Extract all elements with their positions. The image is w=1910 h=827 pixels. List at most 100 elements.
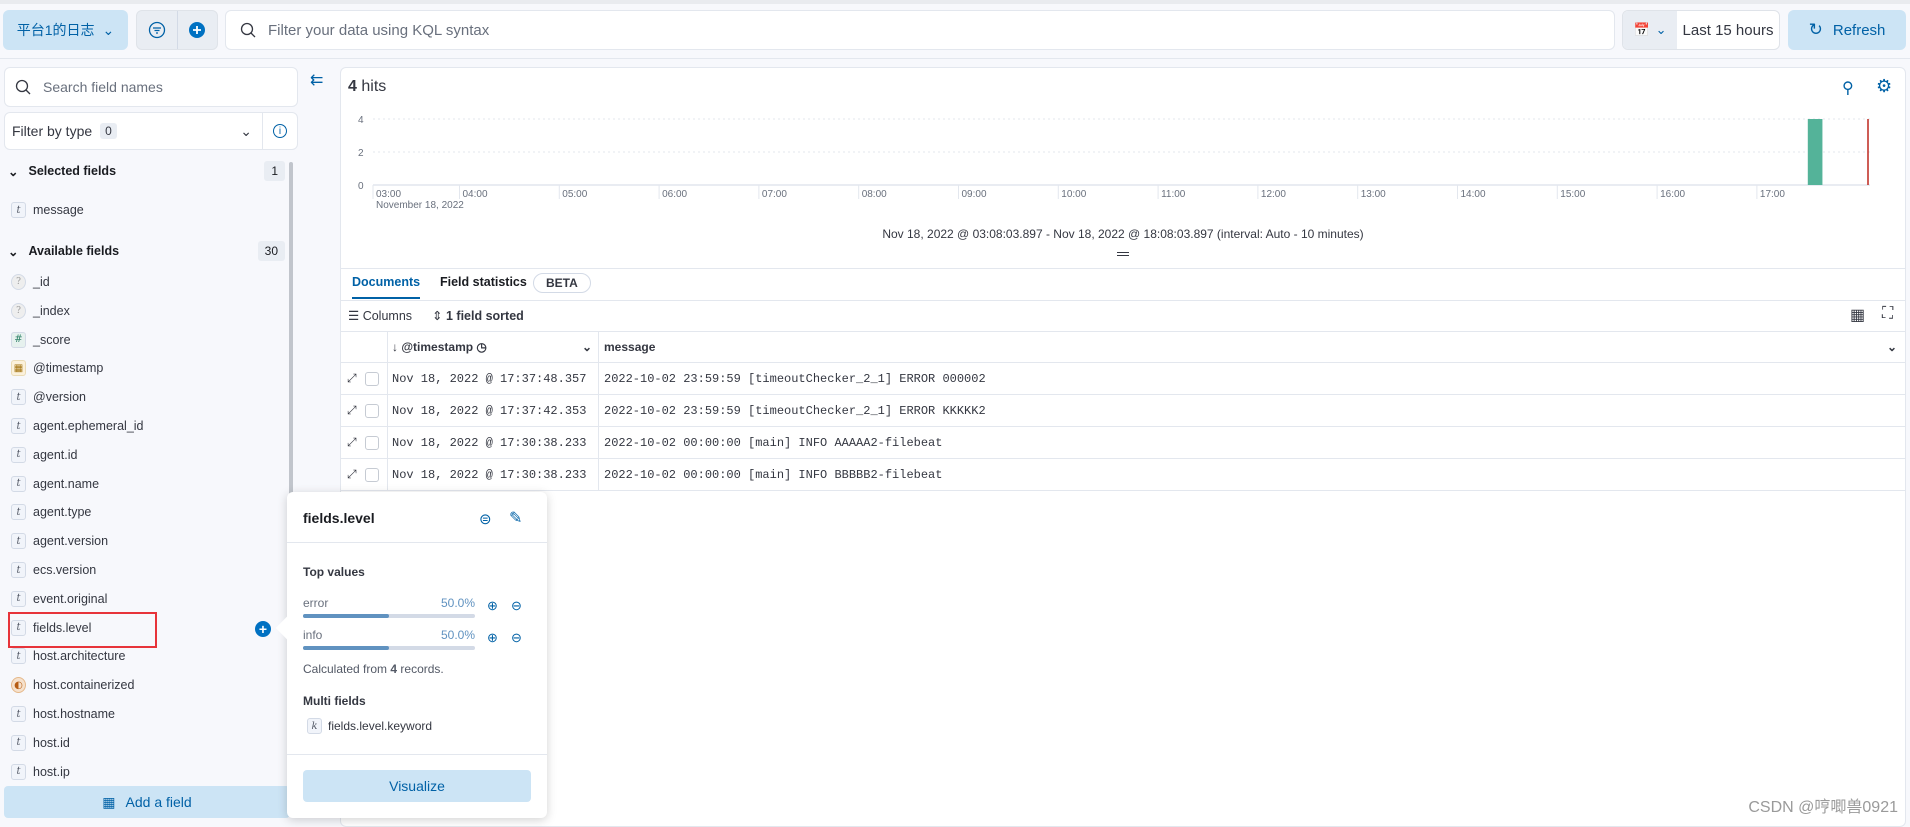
sort-icon: ⇕ bbox=[432, 309, 443, 323]
field-item[interactable]: t host.id bbox=[11, 732, 70, 754]
expand-icon[interactable]: ⤢ bbox=[347, 436, 357, 450]
tab-field-statistics[interactable]: Field statistics bbox=[440, 275, 527, 289]
field-item[interactable]: # _score bbox=[11, 329, 71, 351]
row-checkbox[interactable] bbox=[364, 435, 379, 450]
multi-fields-label: Multi fields bbox=[303, 694, 366, 708]
field-item[interactable]: t host.hostname bbox=[11, 703, 115, 725]
field-item[interactable]: ? _index bbox=[11, 300, 70, 322]
column-header-message[interactable]: message ⌄ bbox=[599, 332, 1905, 362]
field-type-icon: t bbox=[11, 706, 26, 722]
fullscreen-icon[interactable]: ⛶ bbox=[1882, 305, 1893, 323]
grid-toolbar: ☰ Columns ⇕ 1 field sorted bbox=[348, 308, 524, 323]
field-type-icon: t bbox=[11, 533, 26, 550]
inspect-icon[interactable]: ⚲ bbox=[1842, 78, 1854, 98]
row-checkbox[interactable] bbox=[364, 371, 379, 386]
filter-for-value-icon[interactable]: ⊕ bbox=[487, 630, 498, 646]
field-item[interactable]: t agent.ephemeral_id bbox=[11, 415, 144, 437]
histogram-chart[interactable]: 0 2 4 03:00 04:00 05:00 06:00 07:00 08:00 09:00 10… bbox=[340, 110, 1906, 225]
sidebar-scrollbar[interactable] bbox=[289, 162, 293, 502]
y-tick-label: 2 bbox=[358, 148, 364, 159]
field-item[interactable]: ? _id bbox=[11, 271, 50, 293]
filter-by-type-button[interactable]: Filter by type 0 ⌄ bbox=[5, 113, 263, 149]
column-header-timestamp[interactable]: ↓ @timestamp ◷ ⌄ bbox=[388, 332, 599, 362]
field-item[interactable]: t agent.version bbox=[11, 530, 108, 552]
row-checkbox[interactable] bbox=[364, 403, 379, 418]
filter-icon[interactable]: ⊜ bbox=[479, 510, 492, 528]
columns-button[interactable]: ☰ Columns bbox=[348, 308, 412, 323]
field-name: _index bbox=[33, 303, 70, 318]
gear-icon[interactable]: ⚙ bbox=[1876, 76, 1892, 97]
available-fields-header[interactable]: ⌄ Available fields 30 bbox=[8, 241, 285, 261]
value-percent: 50.0% bbox=[440, 628, 475, 642]
expand-icon[interactable]: ⤢ bbox=[347, 404, 357, 418]
collapse-sidebar-icon[interactable]: ⇇ bbox=[310, 70, 323, 90]
field-item[interactable]: t agent.type bbox=[11, 501, 91, 523]
section-title: Selected fields bbox=[28, 164, 117, 178]
divider bbox=[287, 542, 547, 543]
list-icon: ☰ bbox=[348, 309, 360, 323]
table-row[interactable]: ⤢ Nov 18, 2022 @ 17:37:42.353 2022-10-02 2… bbox=[341, 395, 1905, 427]
field-search-input[interactable] bbox=[43, 79, 273, 95]
quick-menu-button[interactable]: 📅 ⌄ bbox=[1623, 11, 1677, 49]
sort-label: 1 field sorted bbox=[446, 309, 524, 323]
resize-handle[interactable] bbox=[1117, 252, 1129, 256]
edit-icon[interactable]: ✎ bbox=[509, 508, 522, 528]
selected-fields-header[interactable]: ⌄ Selected fields 1 bbox=[8, 161, 285, 181]
refresh-button[interactable]: ↻ Refresh bbox=[1788, 10, 1906, 50]
chevron-down-icon[interactable]: ⌄ bbox=[582, 340, 592, 354]
table-row[interactable]: ⤢ Nov 18, 2022 @ 17:30:38.233 2022-10-02 0… bbox=[341, 427, 1905, 459]
chevron-down-icon[interactable]: ⌄ bbox=[1887, 340, 1897, 354]
field-item[interactable]: ◐ host.containerized bbox=[11, 674, 134, 696]
date-range-button[interactable]: Last 15 hours bbox=[1677, 11, 1779, 49]
add-field-label: Add a field bbox=[125, 794, 192, 810]
field-item[interactable]: t agent.id bbox=[11, 444, 77, 466]
row-checkbox[interactable] bbox=[364, 467, 379, 482]
field-item[interactable]: t message bbox=[11, 199, 84, 221]
field-name: event.original bbox=[33, 591, 108, 606]
field-item[interactable]: t @version bbox=[11, 386, 86, 408]
watermark: CSDN @哼唧兽0921 bbox=[1748, 799, 1898, 816]
add-field-column-button[interactable]: + bbox=[255, 621, 271, 637]
field-item[interactable]: t host.architecture bbox=[11, 645, 125, 667]
field-item[interactable]: t event.original bbox=[11, 588, 107, 610]
filter-out-value-icon[interactable]: ⊖ bbox=[511, 598, 522, 614]
filter-count-badge: 0 bbox=[100, 123, 117, 139]
add-filter-button[interactable] bbox=[178, 11, 218, 49]
table-row[interactable]: ⤢ Nov 18, 2022 @ 17:30:38.233 2022-10-02 0… bbox=[341, 459, 1905, 491]
divider bbox=[0, 58, 1910, 59]
field-item[interactable]: ▦ @timestamp bbox=[11, 357, 103, 379]
value-bar bbox=[303, 614, 475, 618]
tab-documents[interactable]: Documents bbox=[352, 275, 421, 299]
kql-query-input[interactable] bbox=[268, 21, 1568, 39]
x-tick-label: 03:00 bbox=[376, 189, 401, 200]
count-badge: 1 bbox=[264, 161, 285, 181]
field-type-icon: # bbox=[11, 331, 26, 348]
search-icon bbox=[240, 22, 256, 38]
field-name: _id bbox=[33, 275, 50, 289]
row-controls: ⤢ bbox=[341, 427, 388, 458]
filter-out-value-icon[interactable]: ⊖ bbox=[511, 630, 522, 646]
table-header: ↓ @timestamp ◷ ⌄ message ⌄ bbox=[341, 331, 1905, 363]
add-field-button[interactable]: ▦ Add a field bbox=[4, 786, 290, 818]
filter-for-value-icon[interactable]: ⊕ bbox=[487, 598, 498, 614]
sort-button[interactable]: ⇕ 1 field sorted bbox=[432, 308, 524, 323]
top-border bbox=[0, 0, 1910, 4]
cell-message: 2022-10-02 00:00:00 [main] INFO AAAAA2-f… bbox=[604, 435, 943, 450]
cell-timestamp: Nov 18, 2022 @ 17:30:38.233 bbox=[388, 459, 599, 490]
table-row[interactable]: ⤢ Nov 18, 2022 @ 17:37:48.357 2022-10-02 2… bbox=[341, 363, 1905, 395]
filter-menu-button[interactable] bbox=[137, 11, 178, 49]
visualize-button[interactable]: Visualize bbox=[303, 770, 531, 802]
field-item[interactable]: t ecs.version bbox=[11, 559, 96, 581]
divider bbox=[341, 300, 1905, 301]
data-view-selector[interactable]: 平台1的日志 ⌄ bbox=[3, 10, 128, 50]
field-name: message bbox=[33, 203, 84, 217]
value-percent: 50.0% bbox=[440, 596, 475, 610]
expand-icon[interactable]: ⤢ bbox=[347, 372, 357, 386]
field-item[interactable]: t host.ip bbox=[11, 761, 70, 783]
info-button[interactable]: i bbox=[263, 124, 297, 138]
expand-icon[interactable]: ⤢ bbox=[347, 468, 357, 482]
field-name: @version bbox=[33, 390, 86, 405]
field-item[interactable]: t agent.name bbox=[11, 473, 99, 495]
density-icon[interactable]: ▦ bbox=[1850, 305, 1865, 325]
x-tick-label: 10:00 bbox=[1061, 189, 1086, 200]
